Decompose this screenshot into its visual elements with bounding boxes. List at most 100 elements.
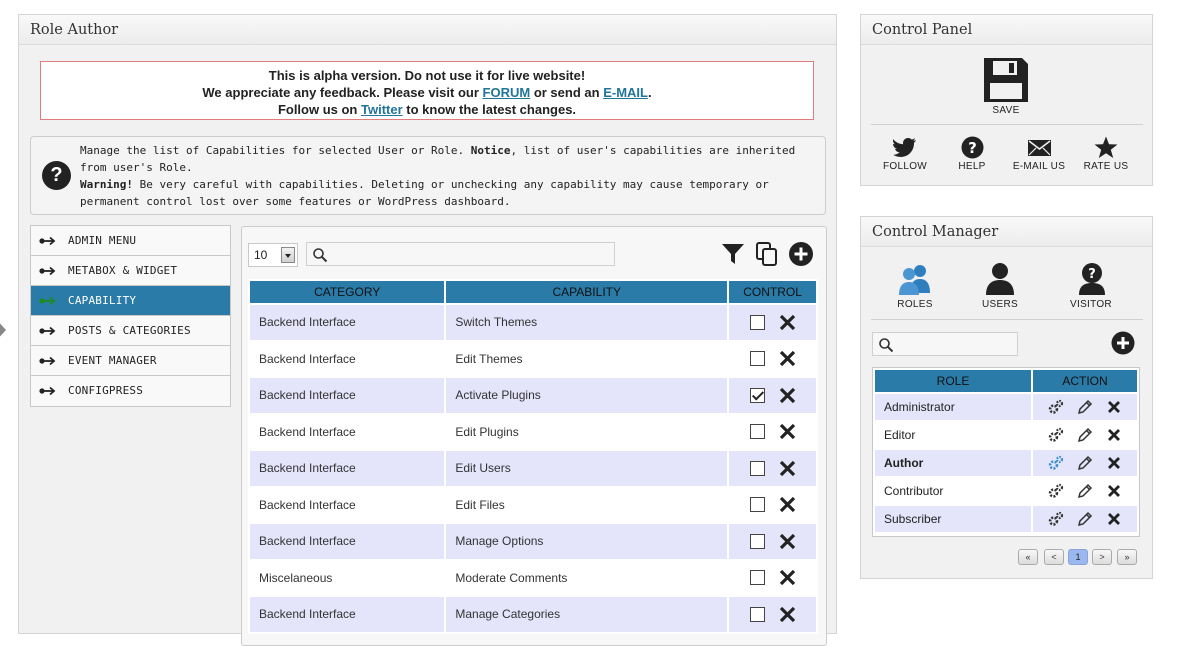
svg-text:?: ? [1088,267,1096,282]
add-role-icon[interactable] [1111,331,1135,355]
capability-checkbox[interactable] [749,460,765,476]
role-name[interactable]: Author [873,448,1033,478]
table-row[interactable]: Subscriber [873,504,1139,534]
role-name[interactable]: Contributor [873,476,1033,506]
pencil-icon[interactable] [1077,483,1093,499]
gears-icon[interactable] [1048,511,1064,527]
users-icon[interactable] [985,262,1015,295]
delete-icon[interactable] [1106,483,1122,499]
users-label[interactable]: USERS [970,299,1030,310]
roles-label[interactable]: ROLES [885,299,945,310]
copy-icon[interactable] [754,241,780,267]
menu-item-capability[interactable]: CAPABILITY [31,286,230,316]
delete-icon[interactable] [779,533,796,550]
gears-icon[interactable] [1048,455,1064,471]
email-us-label[interactable]: E-MAIL US [1009,161,1069,172]
menu-item-metabox-widget[interactable]: METABOX & WIDGET [31,256,230,286]
action-cell [1031,504,1139,534]
capability-checkbox[interactable] [749,424,765,440]
table-row[interactable]: Contributor [873,476,1139,506]
email-link[interactable]: E-MAIL [603,85,648,100]
table-row: Backend Interface Edit Themes [247,339,818,378]
column-header-action[interactable]: ACTION [1031,368,1139,394]
delete-icon[interactable] [1106,511,1122,527]
roles-icon[interactable] [898,263,932,295]
control-cell [727,595,818,634]
category-cell: Backend Interface [247,303,447,342]
table-row[interactable]: Administrator [873,392,1139,422]
capability-checkbox[interactable] [749,387,765,403]
pager-first[interactable]: « [1018,549,1038,565]
delete-icon[interactable] [779,314,796,331]
menu-item-event-manager[interactable]: EVENT MANAGER [31,346,230,376]
twitter-link[interactable]: Twitter [361,102,403,117]
menu-item-admin-menu[interactable]: ADMIN MENU [31,226,230,256]
delete-icon[interactable] [1106,399,1122,415]
save-icon[interactable] [981,55,1031,105]
capability-checkbox[interactable] [749,497,765,513]
gears-icon[interactable] [1048,483,1064,499]
capability-checkbox[interactable] [749,606,765,622]
menu-item-posts-categories[interactable]: POSTS & CATEGORIES [31,316,230,346]
capability-checkbox[interactable] [749,351,765,367]
capability-search-input[interactable] [306,242,615,266]
visitor-icon[interactable]: ? [1077,262,1107,295]
gears-icon[interactable] [1048,399,1064,415]
pencil-icon[interactable] [1077,455,1093,471]
email-icon[interactable] [1027,139,1052,157]
delete-icon[interactable] [779,387,796,404]
divider [871,319,1143,320]
help-icon[interactable]: ? [961,136,984,159]
delete-icon[interactable] [779,606,796,623]
pencil-icon[interactable] [1077,399,1093,415]
pager-prev[interactable]: < [1044,549,1064,565]
menu-item-configpress[interactable]: CONFIGPRESS [31,376,230,406]
capability-cell: Manage Categories [444,595,730,634]
help-label[interactable]: HELP [942,161,1002,172]
filter-icon[interactable] [720,241,746,267]
save-label[interactable]: SAVE [981,105,1031,116]
delete-icon[interactable] [779,460,796,477]
add-capability-icon[interactable] [788,241,814,267]
collapse-arrow[interactable] [0,317,6,343]
pager-page[interactable]: 1 [1068,549,1088,565]
role-name[interactable]: Administrator [873,392,1033,422]
delete-icon[interactable] [1106,427,1122,443]
notice-text: We appreciate any feedback. Please visit… [202,85,479,100]
column-header-capability[interactable]: CAPABILITY [444,279,730,305]
twitter-icon[interactable] [893,137,917,159]
column-header-category[interactable]: CATEGORY [247,279,447,305]
delete-icon[interactable] [1106,455,1122,471]
pager-next[interactable]: > [1092,549,1112,565]
capability-checkbox[interactable] [749,533,765,549]
gears-icon[interactable] [1048,427,1064,443]
table-row[interactable]: Editor [873,420,1139,450]
visitor-label[interactable]: VISITOR [1061,299,1121,310]
delete-icon[interactable] [779,423,796,440]
divider [871,124,1143,125]
chevron-down-icon[interactable] [281,247,295,263]
follow-label[interactable]: FOLLOW [875,161,935,172]
pencil-icon[interactable] [1077,427,1093,443]
delete-icon[interactable] [779,569,796,586]
page-size-select[interactable]: 10 [248,243,298,267]
capability-checkbox[interactable] [749,570,765,586]
pager-last[interactable]: » [1117,549,1137,565]
category-cell: Backend Interface [247,376,447,415]
arrow-icon [39,236,56,246]
table-row[interactable]: Author [873,448,1139,478]
capability-checkbox[interactable] [749,314,765,330]
delete-icon[interactable] [779,350,796,367]
column-header-control[interactable]: CONTROL [727,279,818,305]
role-search-input[interactable] [872,332,1018,356]
rate-us-label[interactable]: RATE US [1076,161,1136,172]
column-header-role[interactable]: ROLE [873,368,1033,394]
capability-cell: Edit Files [444,485,730,524]
forum-link[interactable]: FORUM [483,85,531,100]
pencil-icon[interactable] [1077,511,1093,527]
role-name[interactable]: Editor [873,420,1033,450]
delete-icon[interactable] [779,496,796,513]
star-icon[interactable] [1094,136,1118,159]
table-row: Backend Interface Activate Plugins [247,376,818,415]
role-name[interactable]: Subscriber [873,504,1033,534]
